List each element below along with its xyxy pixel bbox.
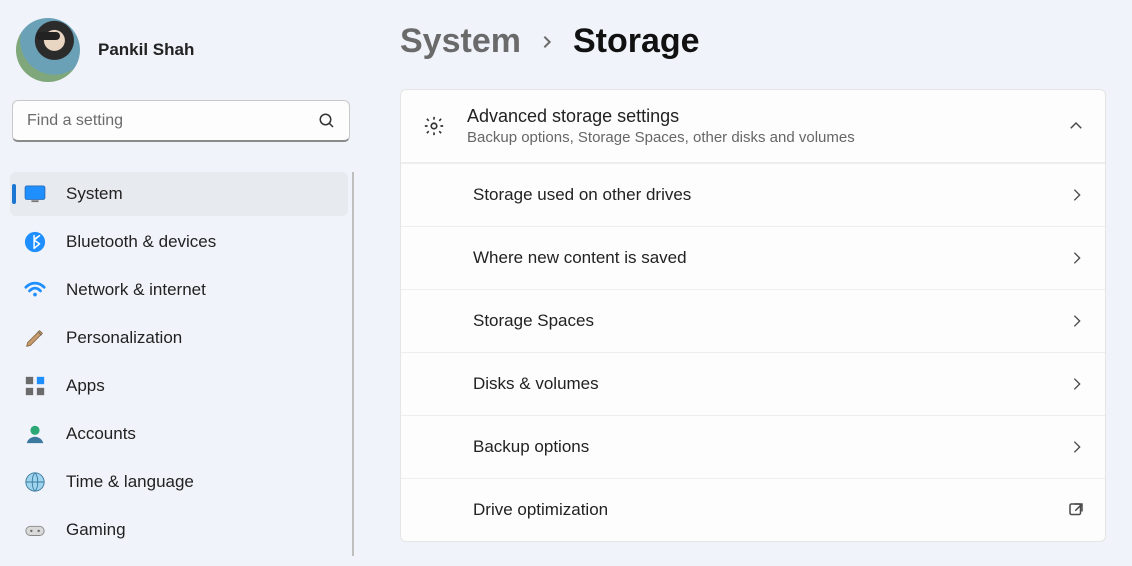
page-title: Storage (573, 22, 700, 61)
chevron-right-icon (1069, 313, 1085, 329)
apps-icon (24, 375, 46, 397)
advanced-storage-header[interactable]: Advanced storage settings Backup options… (401, 90, 1105, 163)
row-label: Storage Spaces (473, 311, 1069, 331)
sidebar-item-system[interactable]: System (10, 172, 348, 216)
sidebar-nav: System Bluetooth & devices Network & int… (8, 168, 354, 556)
sidebar: Pankil Shah System Bluetooth & devices (0, 0, 360, 566)
chevron-right-icon (539, 31, 555, 53)
sidebar-item-apps[interactable]: Apps (10, 364, 348, 408)
profile-name: Pankil Shah (98, 40, 194, 60)
profile[interactable]: Pankil Shah (8, 10, 354, 100)
sidebar-item-label: Gaming (66, 520, 126, 540)
search-icon (318, 112, 336, 130)
row-label: Backup options (473, 437, 1069, 457)
row-label: Storage used on other drives (473, 185, 1069, 205)
personalization-icon (24, 327, 46, 349)
chevron-right-icon (1069, 439, 1085, 455)
breadcrumb: System Storage (400, 22, 1106, 61)
row-label: Where new content is saved (473, 248, 1069, 268)
search (12, 100, 350, 142)
main: System Storage Advanced storage settings… (360, 0, 1132, 566)
sidebar-item-gaming[interactable]: Gaming (10, 508, 348, 552)
sidebar-item-network[interactable]: Network & internet (10, 268, 348, 312)
avatar (16, 18, 80, 82)
sidebar-item-personalization[interactable]: Personalization (10, 316, 348, 360)
row-drive-optimization[interactable]: Drive optimization (401, 478, 1105, 541)
system-icon (24, 183, 46, 205)
row-label: Drive optimization (473, 500, 1067, 520)
sidebar-item-time-language[interactable]: Time & language (10, 460, 348, 504)
row-where-new-content[interactable]: Where new content is saved (401, 226, 1105, 289)
chevron-right-icon (1069, 250, 1085, 266)
chevron-up-icon (1067, 117, 1085, 135)
advanced-storage-panel: Advanced storage settings Backup options… (400, 89, 1106, 542)
row-backup-options[interactable]: Backup options (401, 415, 1105, 478)
time-language-icon (24, 471, 46, 493)
gear-icon (423, 115, 445, 137)
sidebar-item-bluetooth[interactable]: Bluetooth & devices (10, 220, 348, 264)
wifi-icon (24, 279, 46, 301)
external-link-icon (1067, 501, 1085, 519)
row-storage-other-drives[interactable]: Storage used on other drives (401, 163, 1105, 226)
breadcrumb-parent[interactable]: System (400, 22, 521, 61)
chevron-right-icon (1069, 187, 1085, 203)
advanced-title: Advanced storage settings (467, 106, 1045, 127)
chevron-right-icon (1069, 376, 1085, 392)
sidebar-item-label: Network & internet (66, 280, 206, 300)
sidebar-item-label: Personalization (66, 328, 182, 348)
search-input[interactable] (12, 100, 350, 142)
row-disks-volumes[interactable]: Disks & volumes (401, 352, 1105, 415)
advanced-subtitle: Backup options, Storage Spaces, other di… (467, 129, 1045, 146)
bluetooth-icon (24, 231, 46, 253)
sidebar-item-label: Time & language (66, 472, 194, 492)
row-storage-spaces[interactable]: Storage Spaces (401, 289, 1105, 352)
gaming-icon (24, 519, 46, 541)
sidebar-item-label: Accounts (66, 424, 136, 444)
sidebar-item-label: System (66, 184, 123, 204)
sidebar-item-accounts[interactable]: Accounts (10, 412, 348, 456)
accounts-icon (24, 423, 46, 445)
sidebar-item-label: Bluetooth & devices (66, 232, 216, 252)
sidebar-item-label: Apps (66, 376, 105, 396)
row-label: Disks & volumes (473, 374, 1069, 394)
